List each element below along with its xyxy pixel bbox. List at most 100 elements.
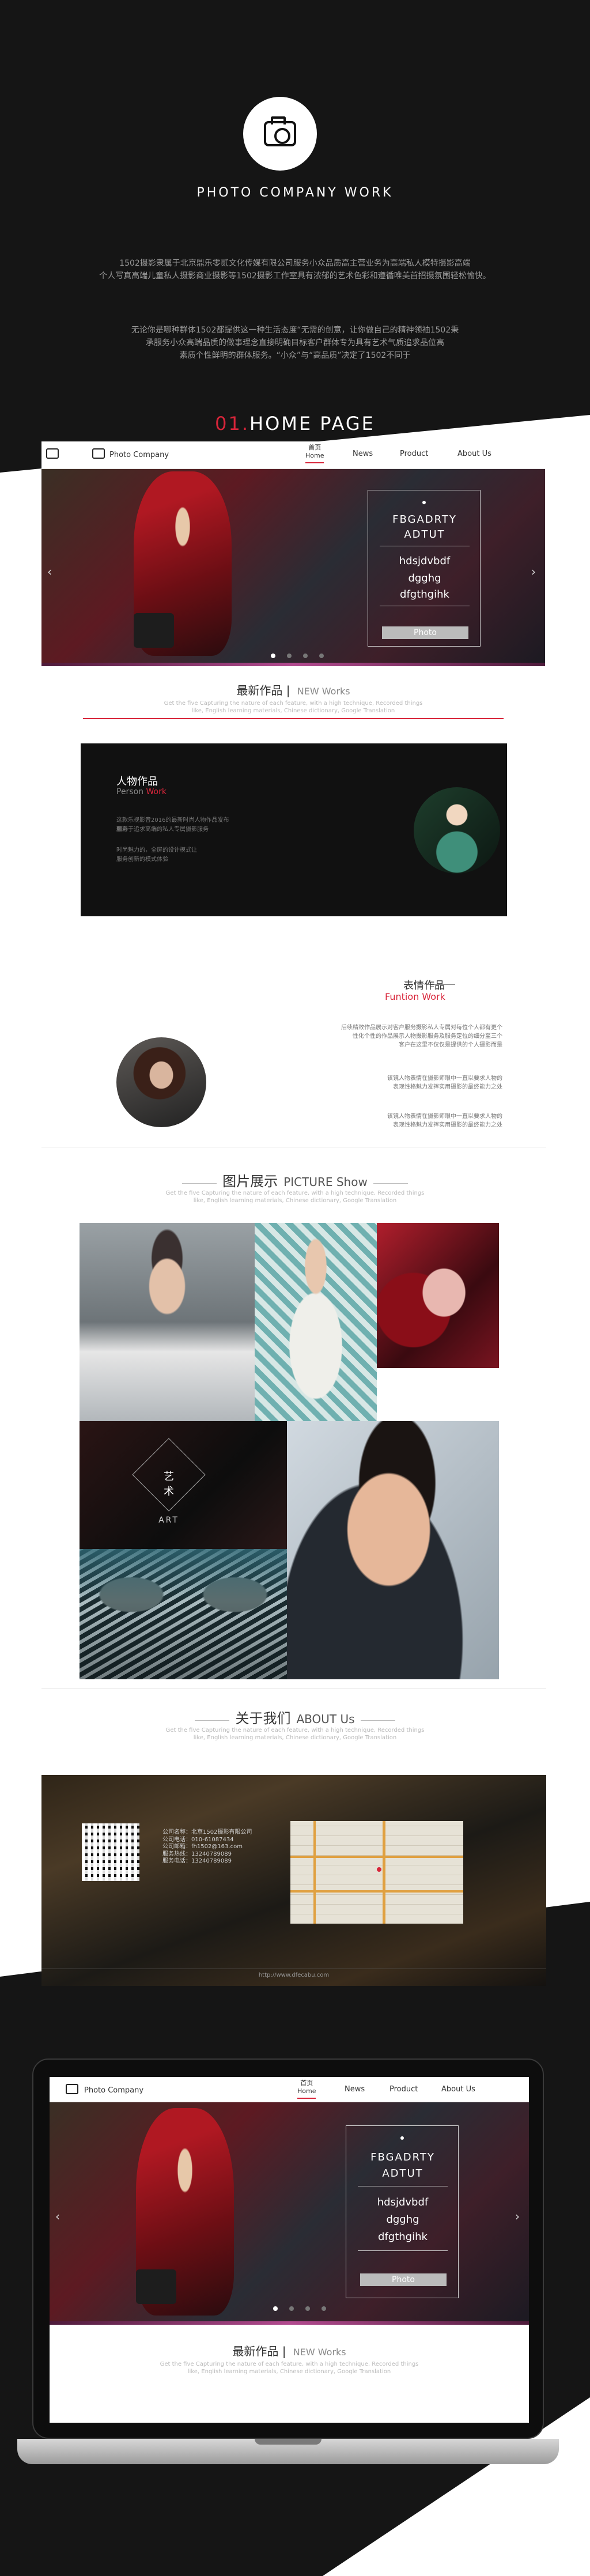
express-block-3: 该镜人物表情在摄影师眼中一直以要求人物的 表现性格魅力发挥实用摄影的最终能力之处 xyxy=(300,1112,502,1130)
hero-text-box: FBGADRTY ADTUT hdsjdvbdf dgghg dfgthgihk… xyxy=(368,490,481,647)
nav-about[interactable]: About Us xyxy=(441,2085,475,2094)
nav-news[interactable]: News xyxy=(345,2085,365,2094)
brand-name[interactable]: Photo Company xyxy=(109,451,169,459)
camera-logo xyxy=(243,97,317,171)
nav-product[interactable]: Product xyxy=(400,450,428,458)
photo-overlay xyxy=(80,1549,287,1679)
contact-line: 公司名称：北京1502摄影有限公司 xyxy=(162,1829,252,1835)
hero-line: ADTUT xyxy=(404,528,445,541)
about-heading: 关于我们 ABOUT Us xyxy=(0,1707,590,1727)
contact-line: 服务热线：13240789089 xyxy=(162,1850,232,1857)
hero-line: dfgthgihk xyxy=(378,2231,428,2243)
handbag-photo xyxy=(136,2269,176,2304)
person-works-title: 人物作品 xyxy=(116,776,158,788)
nav-about[interactable]: About Us xyxy=(457,450,491,458)
nav-home-label: 首页 xyxy=(300,2079,313,2087)
divider xyxy=(358,2250,448,2251)
carousel-dot[interactable] xyxy=(305,2306,310,2311)
prev-arrow-icon[interactable]: ‹ xyxy=(55,2209,60,2223)
map-road xyxy=(313,1821,316,1924)
gallery-photo[interactable] xyxy=(80,1549,287,1679)
express-avatar[interactable] xyxy=(116,1037,206,1127)
top-nav: Photo Company 首页 Home News Product About … xyxy=(50,2077,529,2102)
person-works-card[interactable]: 人物作品 Person Work 这款乐视影音2016的最新时尚人物作品发布精彩… xyxy=(81,743,507,916)
about-en: ABOUT Us xyxy=(296,1712,355,1726)
homepage-mockup: Photo Company 首页 Home News Product About … xyxy=(41,441,545,926)
about-sub: Get the five Capturing the nature of eac… xyxy=(165,1727,425,1733)
new-works-title: 最新作品 | NEW Works xyxy=(236,683,350,697)
gallery-photo[interactable] xyxy=(377,1223,499,1368)
map-road xyxy=(290,1856,463,1858)
hero-line: FBGADRTY xyxy=(392,513,457,526)
carousel-dot[interactable] xyxy=(273,2306,278,2311)
nav-home[interactable]: 首页 Home xyxy=(305,444,324,463)
dash xyxy=(182,1183,217,1184)
nav-home-sub: Home xyxy=(305,452,324,459)
carousel-dot[interactable] xyxy=(289,2306,294,2311)
intro-line: 个人写真高端儿童私人摄影商业摄影等1502摄影工作室具有浓郁的艺术色彩和遵循唯美… xyxy=(99,271,491,281)
new-works-en: NEW Works xyxy=(293,2347,346,2358)
dash xyxy=(195,1720,230,1721)
carousel-dot[interactable] xyxy=(271,654,275,658)
new-works-header: 最新作品 | NEW Works Get the five Capturing … xyxy=(83,666,504,719)
hero-line: ADTUT xyxy=(382,2167,423,2180)
hero-line: dgghg xyxy=(386,2214,419,2226)
location-map[interactable] xyxy=(290,1821,463,1924)
site-url[interactable]: http://www.dfecabu.com xyxy=(41,1972,546,1978)
photo-button[interactable]: Photo xyxy=(360,2273,447,2286)
person-sub-a: Person xyxy=(116,787,146,796)
hero-text-box: FBGADRTY ADTUT hdsjdvbdf dgghg dfgthgihk… xyxy=(346,2125,459,2298)
carousel-dots[interactable] xyxy=(271,654,324,658)
nav-home[interactable]: 首页 Home xyxy=(297,2079,316,2099)
brand-name[interactable]: Photo Company xyxy=(84,2086,143,2095)
gallery-photo[interactable] xyxy=(80,1223,255,1421)
map-road xyxy=(290,1890,463,1893)
next-arrow-icon[interactable]: › xyxy=(531,565,536,579)
carousel-dot[interactable] xyxy=(287,654,292,658)
express-line: 表现性格魅力发挥实用摄影的最终能力之处 xyxy=(393,1084,502,1090)
new-works-sub: like, English learning materials, Chines… xyxy=(187,2369,391,2375)
new-works-header: 最新作品 | NEW Works Get the five Capturing … xyxy=(84,2325,494,2380)
nav-home-label: 首页 xyxy=(308,444,322,451)
intro-line: 承服务小众高端品质的做事理念直接明确目标客户群体专为具有艺术气质追求品位高 xyxy=(146,338,444,348)
gallery-sub: Get the five Capturing the nature of eac… xyxy=(165,1190,425,1196)
express-line: 该镜人物表情在摄影师眼中一直以要求人物的 xyxy=(387,1075,502,1082)
hero-banner: ‹ › FBGADRTY ADTUT hdsjdvbdf dgghg dfgth… xyxy=(41,469,545,663)
carousel-dot[interactable] xyxy=(319,654,324,658)
photo-button[interactable]: Photo xyxy=(382,626,468,639)
dot-icon xyxy=(400,2136,404,2140)
intro-line: 无论你是哪种群体1502都提供这一种生活态度“无需的创意，让你做自己的精神领袖1… xyxy=(131,326,459,335)
section-title-text: HOME PAGE xyxy=(249,413,375,435)
intro-line: 素质个性鲜明的群体服务。“小众”与“高品质”决定了1502不同于 xyxy=(179,351,411,360)
carousel-dot[interactable] xyxy=(303,654,308,658)
site-title: PHOTO COMPANY WORK xyxy=(196,186,394,200)
express-line: 后续精致作品展示对客户服务摄影私人专属对每位个人都有更个 xyxy=(341,1025,502,1031)
person-avatar[interactable] xyxy=(414,787,500,874)
section-heading: 01.HOME PAGE xyxy=(0,413,590,435)
map-pin-icon[interactable] xyxy=(377,1867,381,1872)
dash xyxy=(360,1720,395,1721)
nav-home-sub: Home xyxy=(297,2087,316,2095)
top-nav: Photo Company 首页 Home News Product About … xyxy=(41,441,545,469)
gallery-cn: 图片展示 xyxy=(222,1173,278,1189)
carousel-dots[interactable] xyxy=(273,2306,326,2311)
gallery-sub: like, English learning materials, Chines… xyxy=(193,1198,397,1204)
new-works-title: 最新作品 | NEW Works xyxy=(232,2344,346,2358)
about-sub: like, English learning materials, Chines… xyxy=(193,1735,397,1741)
laptop-screen: Photo Company 首页 Home News Product About … xyxy=(50,2077,529,2423)
gallery-photo[interactable] xyxy=(287,1421,499,1679)
express-block-2: 该镜人物表情在摄影师眼中一直以要求人物的 表现性格魅力发挥实用摄影的最终能力之处 xyxy=(300,1074,502,1091)
laptop-notch xyxy=(255,2439,322,2445)
next-arrow-icon[interactable]: › xyxy=(515,2209,520,2223)
about-cn: 关于我们 xyxy=(235,1710,291,1727)
nav-product[interactable]: Product xyxy=(389,2085,418,2094)
person-sub-b: Work xyxy=(146,787,167,796)
map-road xyxy=(383,1821,385,1924)
carousel-dot[interactable] xyxy=(322,2306,326,2311)
gallery-photo[interactable] xyxy=(255,1223,377,1421)
express-line: 表现性格魅力发挥实用摄影的最终能力之处 xyxy=(393,1122,502,1128)
new-works-sub: like, English learning materials, Chines… xyxy=(191,708,395,714)
prev-arrow-icon[interactable]: ‹ xyxy=(47,565,52,579)
nav-news[interactable]: News xyxy=(353,450,373,458)
qr-code-pattern xyxy=(82,1823,139,1881)
